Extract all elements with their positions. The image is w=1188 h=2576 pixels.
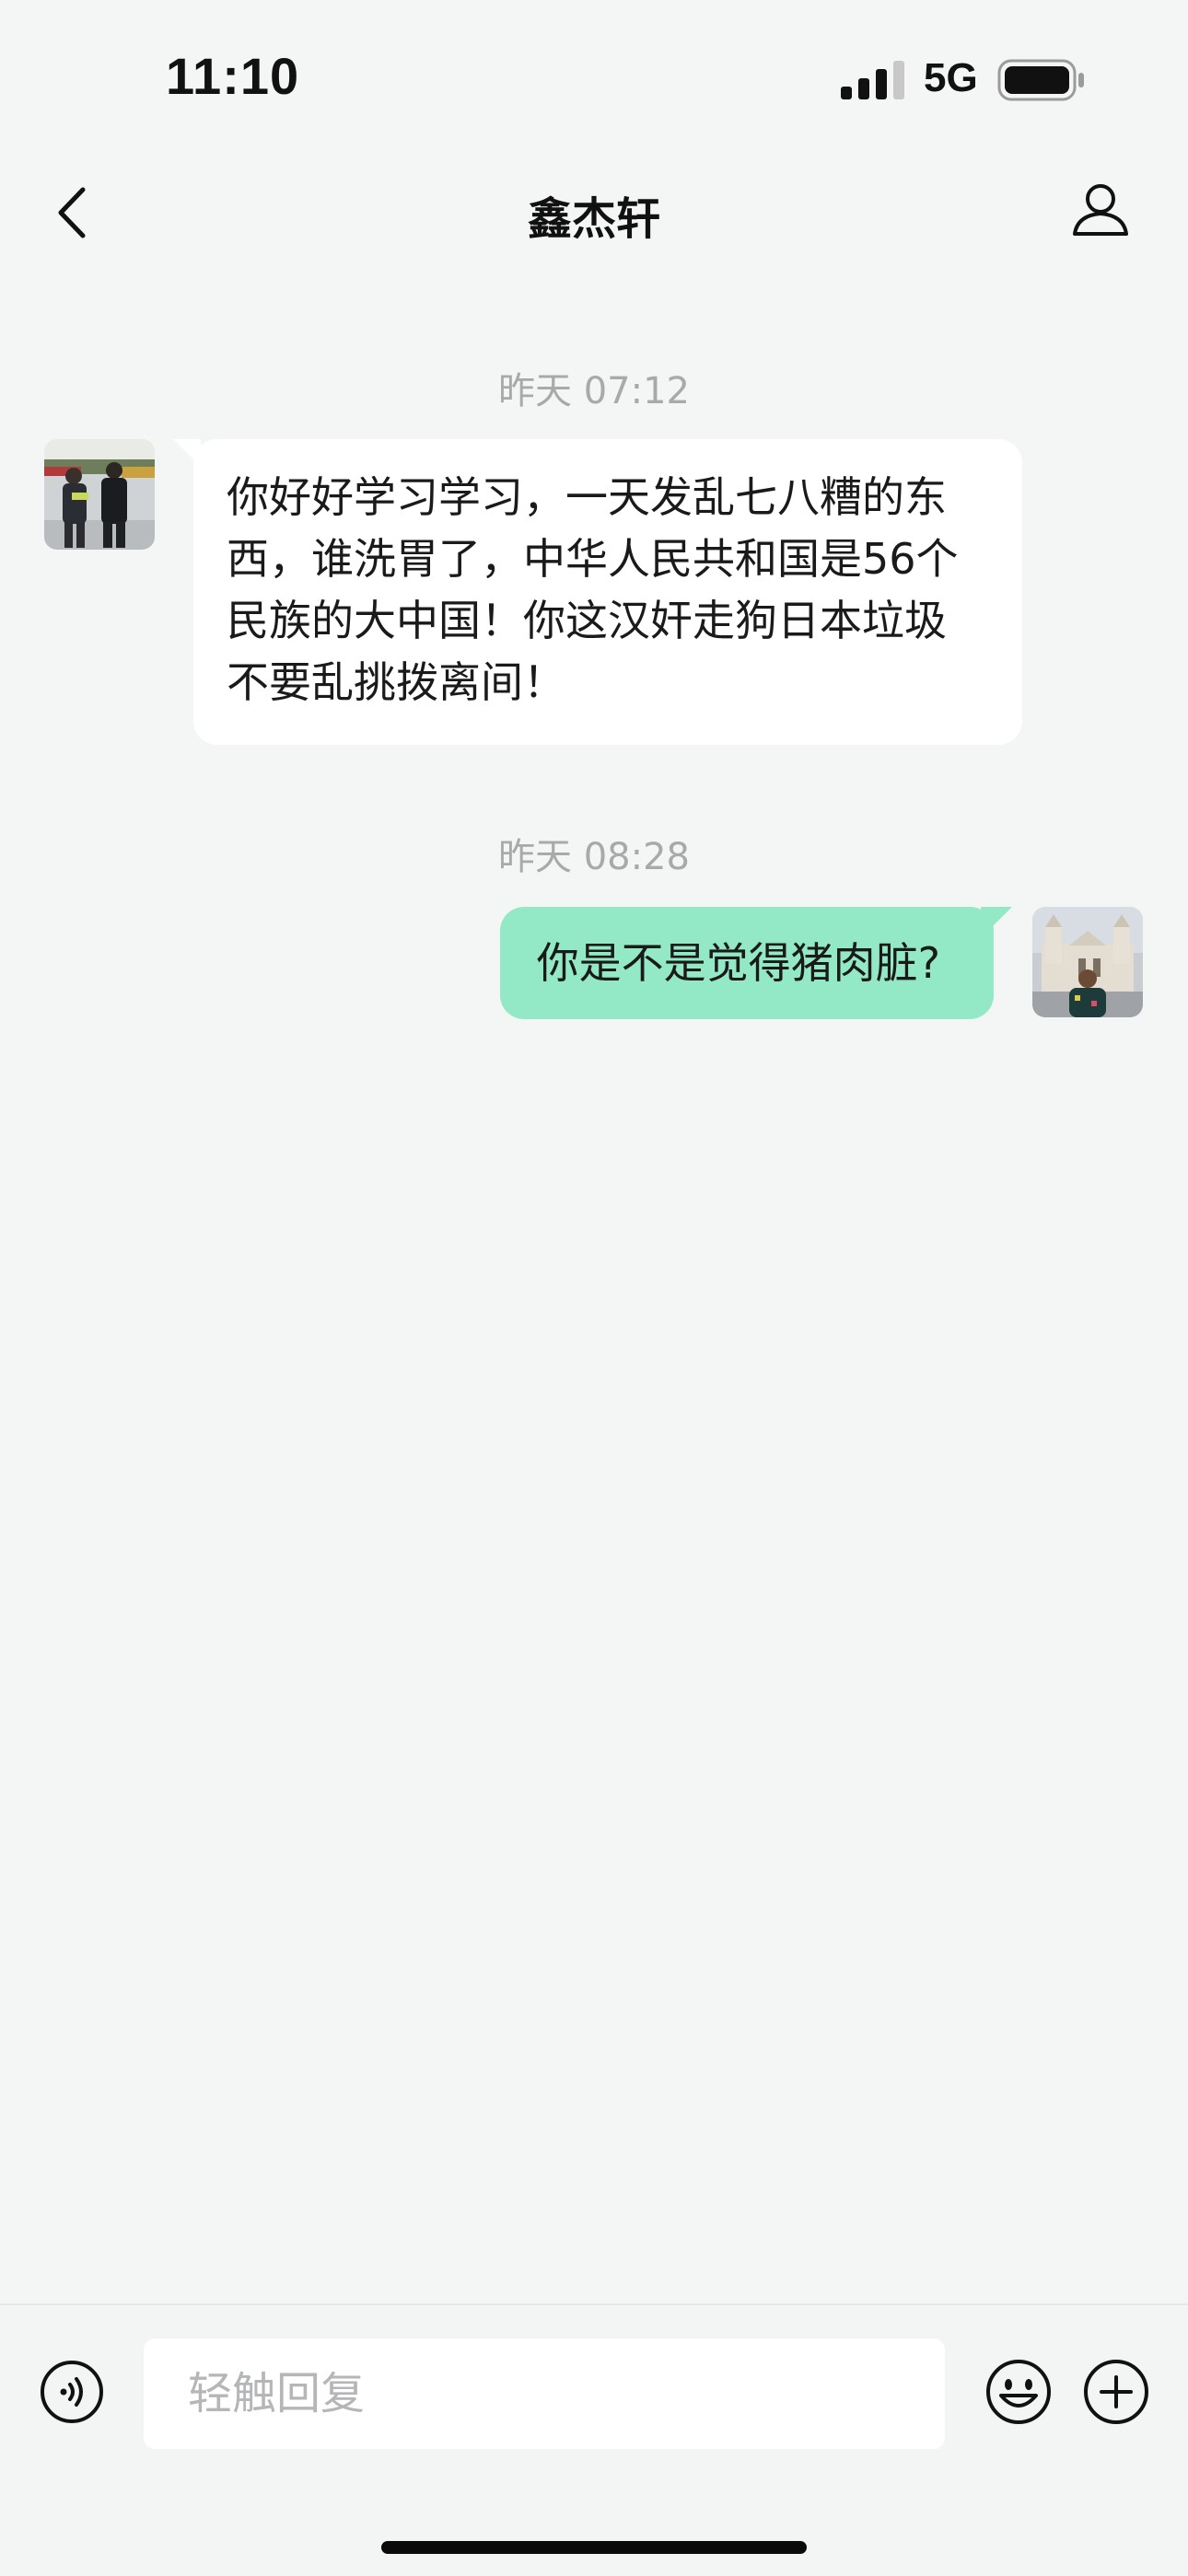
status-time: 11:10 <box>166 47 300 105</box>
home-indicator <box>381 2541 807 2554</box>
page-title: 鑫杰轩 <box>527 193 660 245</box>
nav-bar: 鑫杰轩 <box>0 157 1188 267</box>
plus-icon[interactable] <box>1081 2357 1151 2427</box>
network-label: 5G <box>924 55 978 100</box>
reply-input[interactable] <box>144 2338 945 2449</box>
emoji-icon[interactable] <box>984 2357 1054 2427</box>
voice-icon[interactable] <box>39 2359 105 2425</box>
message-timestamp: 昨天 08:28 <box>498 836 690 878</box>
battery-icon <box>997 59 1084 101</box>
contact-avatar-image <box>44 439 155 550</box>
status-bar: 11:10 5G <box>0 0 1188 147</box>
user-profile-icon[interactable] <box>1068 177 1133 241</box>
message-bubble-outgoing[interactable]: 你是不是觉得猪肉脏? <box>499 907 1013 1019</box>
input-bar <box>0 2303 1188 2576</box>
self-avatar-image <box>1032 907 1143 1017</box>
message-timestamp: 昨天 07:12 <box>498 370 690 412</box>
self-avatar[interactable] <box>1032 907 1143 1017</box>
message-bubble-incoming[interactable]: 你好好学习学习，一天发乱七八糟的东西，谁洗胃了，中华人民共和国是56个民族的大中… <box>173 439 1022 745</box>
contact-avatar[interactable] <box>44 439 155 550</box>
signal-icon <box>841 61 904 99</box>
